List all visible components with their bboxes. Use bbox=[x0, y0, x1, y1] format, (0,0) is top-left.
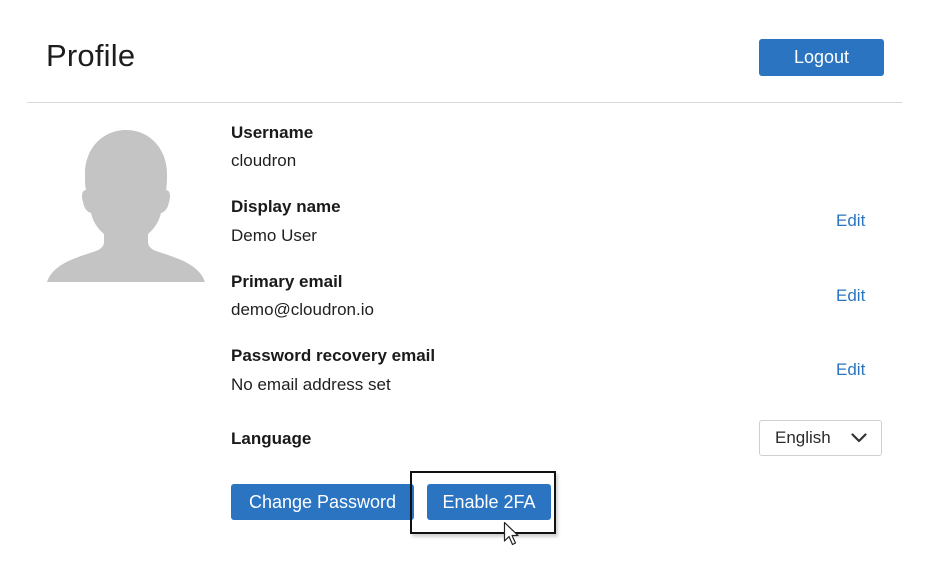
change-password-button[interactable]: Change Password bbox=[231, 484, 414, 520]
chevron-down-icon bbox=[851, 433, 867, 443]
username-label: Username bbox=[231, 123, 314, 142]
edit-primary-email-link[interactable]: Edit bbox=[836, 286, 865, 306]
profile-page: Profile Logout Username cloudron Display… bbox=[0, 0, 927, 573]
username-value: cloudron bbox=[231, 151, 297, 170]
enable-2fa-button[interactable]: Enable 2FA bbox=[427, 484, 551, 520]
language-selected-value: English bbox=[775, 428, 831, 447]
edit-recovery-email-link[interactable]: Edit bbox=[836, 360, 865, 380]
mouse-pointer-icon bbox=[503, 521, 519, 546]
language-select[interactable]: English bbox=[759, 420, 882, 456]
header-divider bbox=[27, 102, 902, 103]
display-name-value: Demo User bbox=[231, 226, 317, 245]
primary-email-label: Primary email bbox=[231, 272, 343, 291]
page-title: Profile bbox=[46, 38, 136, 73]
display-name-label: Display name bbox=[231, 197, 341, 216]
primary-email-value: demo@cloudron.io bbox=[231, 300, 374, 319]
logout-button[interactable]: Logout bbox=[759, 39, 884, 76]
user-silhouette-icon bbox=[47, 130, 205, 282]
recovery-email-label: Password recovery email bbox=[231, 346, 436, 365]
edit-display-name-link[interactable]: Edit bbox=[836, 211, 865, 231]
language-label: Language bbox=[231, 429, 312, 448]
recovery-email-value: No email address set bbox=[231, 375, 391, 394]
